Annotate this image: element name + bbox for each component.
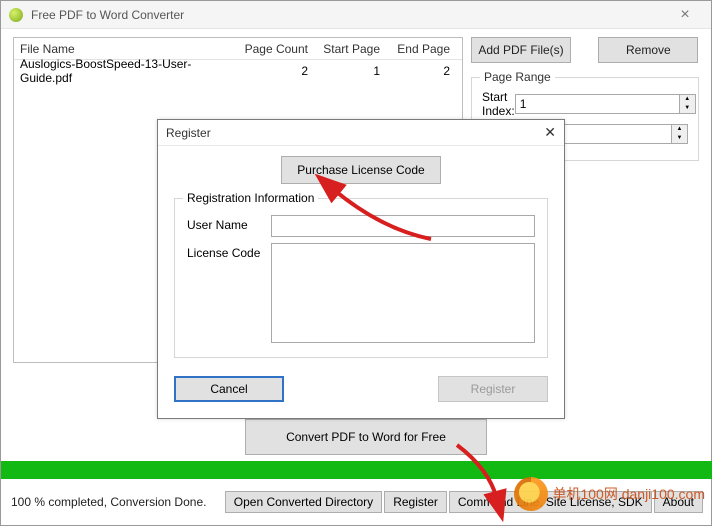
col-endpage-header[interactable]: End Page bbox=[386, 42, 456, 56]
col-filename-header[interactable]: File Name bbox=[20, 42, 236, 56]
cancel-button[interactable]: Cancel bbox=[174, 376, 284, 402]
spin-down-icon[interactable]: ▼ bbox=[672, 134, 687, 143]
window-title: Free PDF to Word Converter bbox=[31, 8, 184, 22]
cell-startpage: 1 bbox=[314, 64, 386, 78]
add-pdf-button[interactable]: Add PDF File(s) bbox=[471, 37, 571, 63]
title-bar: Free PDF to Word Converter × bbox=[1, 1, 711, 29]
register-footer-button[interactable]: Register bbox=[384, 491, 447, 513]
registration-legend: Registration Information bbox=[183, 191, 318, 205]
user-name-label: User Name bbox=[187, 215, 271, 232]
watermark-logo-icon bbox=[514, 477, 548, 511]
app-icon bbox=[9, 8, 23, 22]
start-index-input[interactable] bbox=[515, 94, 680, 114]
start-index-spinner[interactable]: ▲▼ bbox=[515, 94, 696, 114]
watermark-text: 单机100网 danji100.com bbox=[552, 484, 705, 504]
license-code-label: License Code bbox=[187, 243, 271, 260]
page-range-legend: Page Range bbox=[480, 70, 555, 84]
user-name-input[interactable] bbox=[271, 215, 535, 237]
convert-button[interactable]: Convert PDF to Word for Free bbox=[245, 419, 487, 455]
register-dialog: Register ✕ Purchase License Code Registr… bbox=[157, 119, 565, 419]
dialog-close-button[interactable]: ✕ bbox=[544, 124, 556, 141]
registration-info-group: Registration Information User Name Licen… bbox=[174, 198, 548, 358]
cell-endpage: 2 bbox=[386, 64, 456, 78]
window-close-button[interactable]: × bbox=[667, 6, 703, 24]
status-text: 100 % completed, Conversion Done. bbox=[11, 495, 223, 509]
table-row[interactable]: Auslogics-BoostSpeed-13-User-Guide.pdf 2… bbox=[14, 60, 462, 82]
watermark: 单机100网 danji100.com bbox=[514, 477, 705, 511]
spin-up-icon[interactable]: ▲ bbox=[680, 95, 695, 104]
col-pagecount-header[interactable]: Page Count bbox=[236, 42, 314, 56]
purchase-license-button[interactable]: Purchase License Code bbox=[281, 156, 441, 184]
spin-up-icon[interactable]: ▲ bbox=[672, 125, 687, 134]
register-button[interactable]: Register bbox=[438, 376, 548, 402]
col-startpage-header[interactable]: Start Page bbox=[314, 42, 386, 56]
cell-pagecount: 2 bbox=[236, 64, 314, 78]
spin-down-icon[interactable]: ▼ bbox=[680, 104, 695, 113]
remove-button[interactable]: Remove bbox=[598, 37, 698, 63]
open-converted-dir-button[interactable]: Open Converted Directory bbox=[225, 491, 382, 513]
cell-filename: Auslogics-BoostSpeed-13-User-Guide.pdf bbox=[20, 57, 236, 85]
license-code-input[interactable] bbox=[271, 243, 535, 343]
dialog-title: Register bbox=[166, 126, 211, 140]
dialog-titlebar: Register ✕ bbox=[158, 120, 564, 146]
start-index-label: Start Index: bbox=[482, 90, 515, 118]
